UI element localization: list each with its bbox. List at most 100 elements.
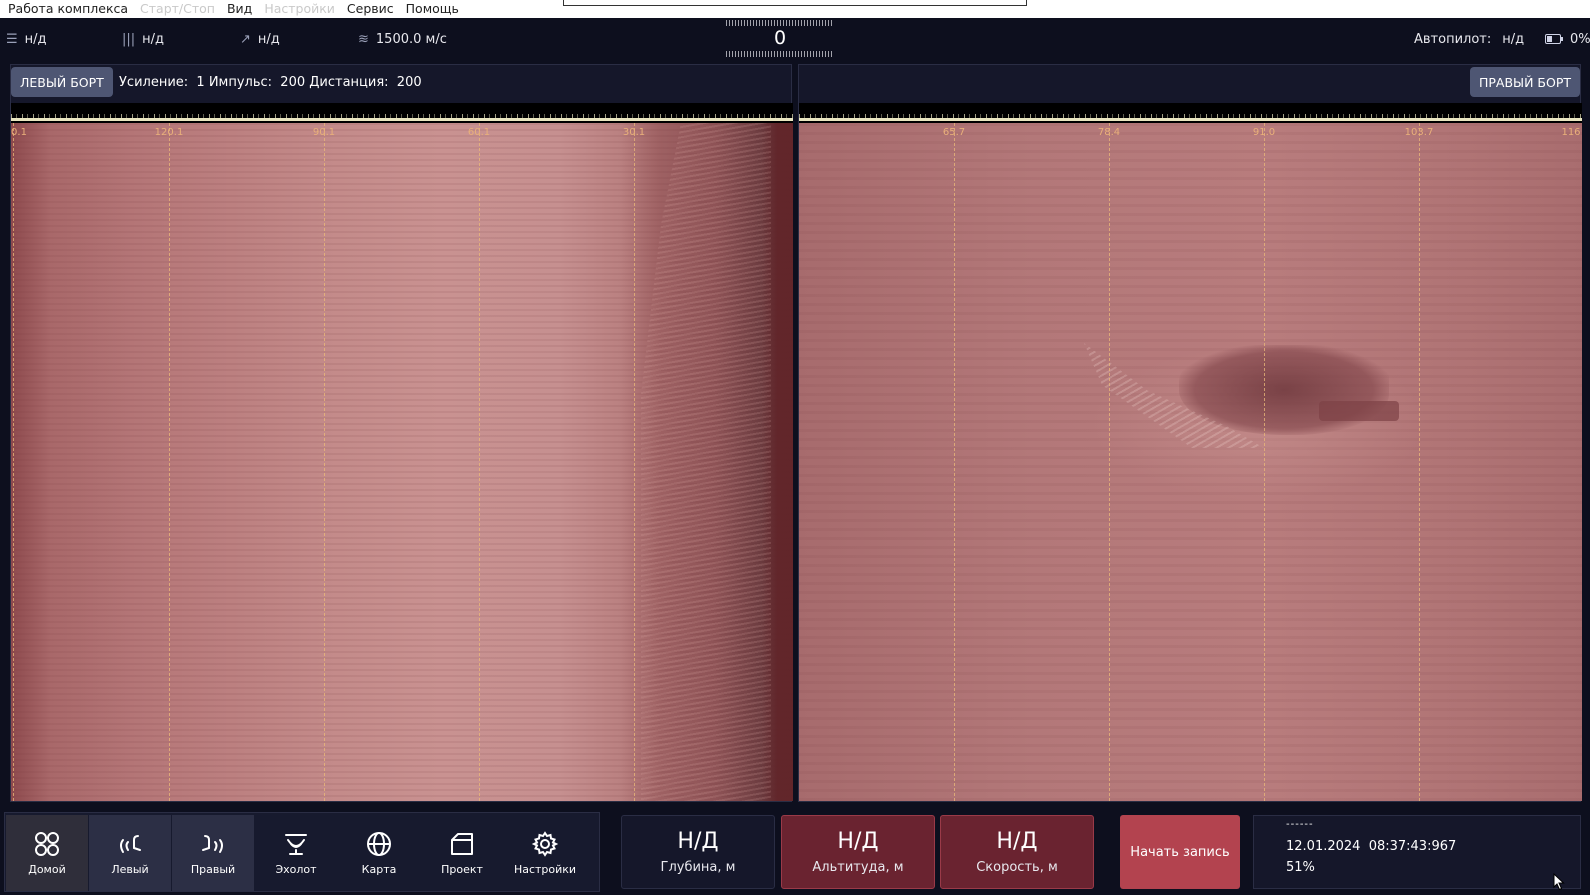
right-gridline [1419,123,1420,801]
wreck-shadow-tail [1319,401,1399,421]
window-title-box [563,0,1027,6]
left-gridline [324,123,325,801]
globe-icon [367,832,391,856]
left-side-info: Усиление: 1 Импульс: 200 Дистанция: 200 [119,74,422,90]
status-autopilot: Автопилот: н/д [1414,19,1524,59]
left-scale-label: 0.1 [11,127,27,138]
nav-left[interactable]: Левый [89,815,171,891]
menu-bar: Работа комплекса Старт/Стоп Вид Настройк… [0,0,1590,18]
nav-map[interactable]: Карта [338,815,420,891]
waves-icon: ≋ [358,31,369,47]
left-sonar-texture [641,123,771,801]
right-scale-label: 65.7 [942,127,966,138]
status-bar: ☰ н/д ||| н/д ↗ н/д ≋ 1500.0 м/с 0 Автоп… [0,19,1590,63]
left-profile-strip [11,103,793,123]
status-heading: ☰ н/д [6,19,47,59]
status-depth: ||| н/д [122,19,164,59]
metric-caption: Скорость, м [976,860,1058,875]
right-gridline [1264,123,1265,801]
metric-caption: Альтитуда, м [812,860,904,875]
datetime: 12.01.2024 08:37:43:967 [1286,839,1457,854]
left-scale-label: 60.1 [467,127,491,138]
compass-ticks-bottom [726,51,834,57]
menu-work[interactable]: Работа комплекса [0,0,134,18]
nav-label: Карта [361,863,397,876]
left-scale-label: 90.1 [312,127,336,138]
heading-value: н/д [24,31,47,47]
menu-help[interactable]: Помощь [400,0,465,18]
left-sonar-icon [120,835,141,853]
menu-view[interactable]: Вид [221,0,258,18]
battery-value: 0% [1570,31,1590,47]
folder-icon [451,833,473,855]
depth-value: н/д [142,31,165,47]
nav-label: Левый [111,863,149,876]
nav-label: Правый [190,863,236,876]
metric-value: Н/Д [996,829,1038,854]
sound-speed-value: 1500.0 м/с [375,31,447,47]
arrow-up-right-icon: ↗ [240,31,251,47]
menu-lines-icon[interactable]: ☰ [6,32,18,47]
info-dashes: ------ [1286,819,1314,830]
autopilot-value: н/д [1502,31,1525,47]
mouse-cursor-icon [1553,873,1565,891]
metric-altitude: Н/Д Альтитуда, м [781,815,935,889]
status-course: ↗ н/д [240,19,280,59]
right-scale-label: 116 [1561,127,1581,138]
menu-start-stop: Старт/Стоп [140,1,215,16]
right-scale-label: 103.7 [1404,127,1434,138]
info-box: ------ 12.01.2024 08:37:43:967 51% [1253,815,1581,889]
nav-echosounder[interactable]: Эхолот [255,815,337,891]
home-grid-icon [35,832,59,856]
left-sonar-panel: ЛЕВЫЙ БОРТ Усиление: 1 Импульс: 200 Дист… [10,64,793,802]
bottom-nav: Домой Левый Правый Эхолот Карта Проект Н… [4,812,600,892]
left-scale-label: 30.1 [622,127,646,138]
nav-settings[interactable]: Настройки [504,815,586,891]
right-scale-label: 78.4 [1097,127,1121,138]
right-scale-label: 91.0 [1252,127,1276,138]
right-gridline [954,123,955,801]
right-profile-strip [799,103,1582,123]
right-sonar-icon [202,835,223,853]
right-side-button[interactable]: ПРАВЫЙ БОРТ [1469,67,1580,97]
nav-project[interactable]: Проект [421,815,503,891]
course-value: н/д [257,31,280,47]
left-gridline [634,123,635,801]
left-profile-line [11,118,793,121]
nav-label: Эхолот [275,863,317,876]
left-scale-label: 120.1 [154,127,184,138]
left-sonar-image[interactable]: 0.1 120.1 90.1 60.1 30.1 [11,123,793,801]
compass-indicator: 0 [726,19,834,59]
right-gridline [1109,123,1110,801]
left-gridline [13,123,14,801]
nav-home[interactable]: Домой [6,815,88,891]
left-side-button[interactable]: ЛЕВЫЙ БОРТ [11,67,113,97]
echosounder-icon [285,834,307,855]
left-gridline [169,123,170,801]
start-record-button[interactable]: Начать запись [1120,815,1240,889]
metric-value: Н/Д [677,829,719,854]
metric-caption: Глубина, м [660,860,736,875]
nav-right[interactable]: Правый [172,815,254,891]
right-sonar-panel: ПРАВЫЙ БОРТ 65.7 78.4 91.0 103.7 116 [798,64,1582,802]
nav-label: Настройки [513,863,577,876]
metric-value: Н/Д [837,829,879,854]
menu-settings: Настройки [264,1,335,16]
metric-speed: Н/Д Скорость, м [940,815,1094,889]
left-gridline [479,123,480,801]
status-battery: 0% [1545,19,1590,59]
compass-ticks-top [726,20,834,26]
nav-label: Домой [28,863,66,876]
right-profile-line [799,118,1582,121]
bars-icon: ||| [122,31,136,47]
battery-icon [1545,34,1563,44]
autopilot-label: Автопилот: [1414,31,1492,47]
metric-depth: Н/Д Глубина, м [621,815,775,889]
info-percent: 51% [1286,860,1315,875]
right-sonar-image[interactable]: 65.7 78.4 91.0 103.7 116 [799,123,1582,801]
nav-label: Проект [441,863,483,876]
menu-service[interactable]: Сервис [341,0,400,18]
gear-icon [531,831,559,857]
compass-value: 0 [773,27,787,49]
status-sound-speed: ≋ 1500.0 м/с [358,19,447,59]
